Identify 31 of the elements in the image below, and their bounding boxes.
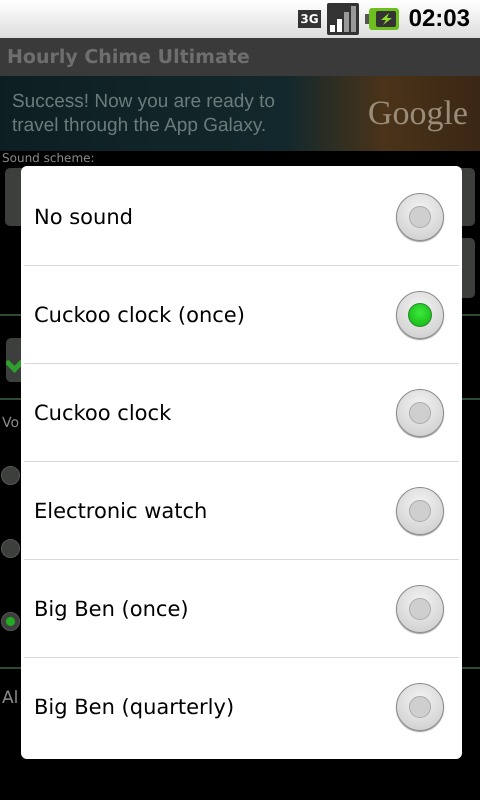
option-row[interactable]: Cuckoo clock <box>24 364 459 462</box>
radio-button[interactable] <box>396 388 444 436</box>
sound-scheme-label: Sound scheme: <box>1 151 95 166</box>
option-row[interactable]: Big Ben (once) <box>24 560 459 658</box>
ad-logo: Google <box>368 94 468 132</box>
option-row[interactable]: Big Ben (quarterly) <box>24 658 459 755</box>
option-row[interactable]: Cuckoo clock (once) <box>24 266 459 364</box>
option-label: Electronic watch <box>34 498 208 522</box>
option-label: Big Ben (quarterly) <box>34 694 234 718</box>
radio-button[interactable] <box>396 192 444 240</box>
option-row[interactable]: No sound <box>24 168 459 266</box>
clock-time: 02:03 <box>408 5 470 33</box>
ad-text: Success! Now you are ready to travel through the App Galaxy. <box>12 90 276 138</box>
radio-button[interactable] <box>396 682 444 730</box>
radio-button[interactable] <box>396 584 444 632</box>
network-type-icon: 3G <box>298 10 321 28</box>
radio-button[interactable] <box>1 466 20 485</box>
ad-banner[interactable]: Success! Now you are ready to travel through the App Galaxy. Google <box>0 76 480 151</box>
option-label: Big Ben (once) <box>34 596 189 620</box>
option-label: Cuckoo clock <box>34 400 172 424</box>
volume-label: Vo <box>1 414 20 432</box>
signal-icon <box>326 3 359 35</box>
alarm-label: Al <box>1 687 18 709</box>
radio-button[interactable] <box>1 612 20 631</box>
radio-button[interactable] <box>396 486 444 534</box>
option-label: No sound <box>34 204 133 228</box>
battery-charging-icon <box>364 8 399 30</box>
option-label: Cuckoo clock (once) <box>34 302 245 326</box>
option-row[interactable]: Electronic watch <box>24 462 459 560</box>
radio-button[interactable] <box>1 539 20 558</box>
radio-button[interactable] <box>396 290 444 338</box>
